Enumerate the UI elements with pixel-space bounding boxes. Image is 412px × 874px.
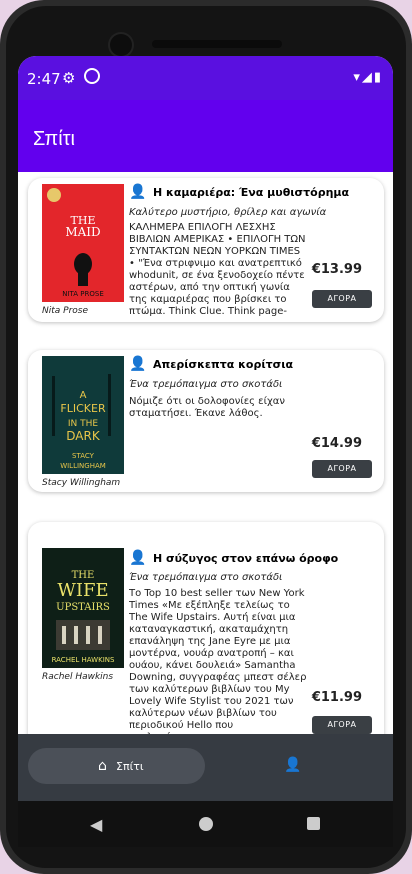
buy-button[interactable]: ΑΓΟΡΑ (312, 716, 372, 734)
svg-text:MAID: MAID (65, 225, 100, 239)
book-subtitle: Ένα τρεμόπαιγμα στο σκοτάδι (129, 379, 283, 390)
book-price: €11.99 (311, 690, 362, 705)
book-author: Stacy Willingham (42, 478, 121, 488)
signal-battery-icons: ▾◢▮ (353, 70, 383, 85)
status-time: 2:47 (27, 70, 61, 88)
book-author: Rachel Hawkins (42, 672, 114, 682)
book-card[interactable]: A FLICKER IN THE DARK STACY WILLINGHAM S… (28, 350, 384, 492)
buy-button[interactable]: ΑΓΟΡΑ (312, 460, 372, 478)
system-navigation-bar: ◀ (18, 801, 393, 847)
nav-home-tab[interactable]: ⌂ Σπίτι (28, 748, 205, 784)
back-icon[interactable]: ◀ (90, 815, 102, 834)
book-header: 👤 Η καμαριέρα: Ένα μυθιστόρημα (129, 184, 379, 202)
book-header: 👤 Η σύζυγος στον επάνω όροφο (129, 550, 379, 568)
nav-home-label: Σπίτι (116, 760, 144, 773)
book-subtitle: Καλύτερο μυστήριο, θρίλερ και αγωνία (129, 207, 327, 218)
svg-text:IN THE: IN THE (68, 419, 99, 429)
audiobook-icon: 👤 (129, 356, 147, 372)
book-price: €13.99 (311, 262, 362, 277)
app-bar: Σπίτι (18, 100, 393, 172)
book-list[interactable]: THE MAID NITA PROSE Nita Prose 👤 Η καμαρ… (18, 172, 393, 752)
book-title: Η καμαριέρα: Ένα μυθιστόρημα (153, 186, 350, 199)
audiobook-icon: 👤 (129, 184, 147, 200)
book-header: 👤 Απερίσκεπτα κορίτσια (129, 356, 379, 374)
book-author: Nita Prose (42, 306, 88, 316)
book-description: Το Top 10 best seller των New York Times… (129, 588, 307, 734)
book-subtitle: Ένα τρεμόπαιγμα στο σκοτάδι (129, 572, 283, 583)
svg-text:STACY: STACY (72, 452, 95, 460)
status-bar: 2:47 ⚙ ▾◢▮ (18, 56, 393, 100)
home-circle-icon[interactable] (199, 817, 213, 831)
home-icon: ⌂ (98, 758, 107, 774)
settings-gear-icon: ⚙ (62, 69, 76, 87)
svg-text:WILLINGHAM: WILLINGHAM (60, 462, 106, 470)
svg-text:RACHEL HAWKINS: RACHEL HAWKINS (52, 656, 115, 664)
recent-apps-icon[interactable] (307, 817, 320, 830)
svg-text:FLICKER: FLICKER (60, 402, 106, 415)
book-description: Νόμιζε ότι οι δολοφονίες είχαν σταματήσε… (129, 396, 285, 419)
book-card[interactable]: THE WIFE UPSTAIRS RACHEL HAWKINS Rachel … (28, 522, 384, 752)
book-cover-image: A FLICKER IN THE DARK STACY WILLINGHAM (42, 356, 124, 474)
earpiece-speaker (152, 40, 282, 48)
bottom-navigation: ⌂ Σπίτι 👤 (18, 734, 393, 801)
svg-text:UPSTAIRS: UPSTAIRS (56, 602, 110, 613)
buy-button[interactable]: ΑΓΟΡΑ (312, 290, 372, 308)
front-camera (110, 34, 132, 56)
svg-text:DARK: DARK (66, 429, 101, 443)
book-cover-image: THE WIFE UPSTAIRS RACHEL HAWKINS (42, 548, 124, 668)
book-title: Απερίσκεπτα κορίτσια (153, 358, 294, 371)
book-title: Η σύζυγος στον επάνω όροφο (153, 552, 339, 565)
book-cover-image: THE MAID NITA PROSE (42, 184, 124, 302)
svg-text:A: A (80, 390, 87, 401)
book-description: ΚΑΛΗΜΕΡΑ ΕΠΙΛΟΓΗ ΛΕΣΧΗΣ ΒΙΒΛΙΩΝ ΑΜΕΡΙΚΑΣ… (129, 222, 306, 317)
svg-text:WIFE: WIFE (57, 580, 108, 601)
profile-icon[interactable]: 👤 (284, 757, 301, 773)
book-price: €14.99 (311, 436, 362, 451)
page-title: Σπίτι (33, 128, 75, 150)
do-not-disturb-icon (84, 68, 100, 84)
svg-text:NITA PROSE: NITA PROSE (62, 290, 104, 298)
app-screen: 2:47 ⚙ ▾◢▮ Σπίτι THE MAID NITA PROSE Nit… (18, 56, 393, 801)
book-card[interactable]: THE MAID NITA PROSE Nita Prose 👤 Η καμαρ… (28, 178, 384, 322)
audiobook-icon: 👤 (129, 550, 147, 566)
